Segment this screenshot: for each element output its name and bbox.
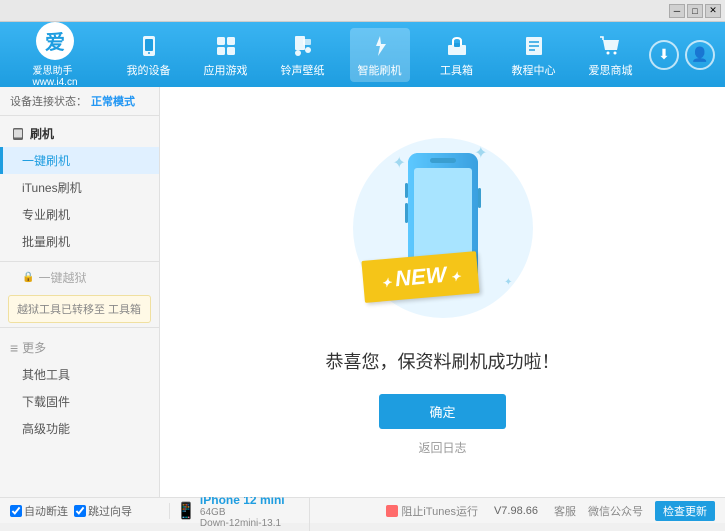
nav-shop[interactable]: 爱思商城: [581, 28, 641, 82]
bottom-links: 客服 微信公众号 检查更新: [554, 501, 715, 521]
sparkle-1: ✦: [474, 143, 487, 163]
logo-text: 爱思助手 www.i4.cn: [32, 62, 77, 88]
sidebar-item-batch-flash[interactable]: 批量刷机: [0, 228, 159, 255]
flash-icon: [366, 32, 394, 60]
sidebar: 设备连接状态： 正常模式 刷机 一键刷机 iTunes刷机 专业刷机 批量刷机: [0, 87, 160, 497]
sidebar-item-pro-flash[interactable]: 专业刷机: [0, 201, 159, 228]
sidebar-more-section: ≡ 更多 其他工具 下载固件 高级功能: [0, 330, 159, 446]
main-panel: ✦ ✦ ✦ NEW 恭喜您，保资料刷机成功啦！ 确定 返回日志: [160, 87, 725, 497]
sidebar-item-jailbreak-locked: 🔒 一键越狱: [0, 264, 159, 291]
nav-right-actions: ⬇ 👤: [649, 40, 715, 70]
nav-label-ringtones: 铃声壁纸: [281, 62, 325, 78]
bottom-bar: 自动断连 跳过向导 📱 iPhone 12 mini 64GB Down-12m…: [0, 497, 725, 523]
nav-label-shop: 爱思商城: [589, 62, 633, 78]
apps-icon: [212, 32, 240, 60]
customer-service-link[interactable]: 客服: [554, 503, 576, 519]
nav-flash[interactable]: 智能刷机: [350, 28, 410, 82]
device-storage: 64GB: [200, 507, 285, 518]
sparkle-3: ✦: [504, 277, 512, 288]
device-version: Down-12mini-13.1: [200, 518, 285, 529]
title-bar: ─ □ ✕: [0, 0, 725, 22]
user-button[interactable]: 👤: [685, 40, 715, 70]
nav-ringtones[interactable]: 铃声壁纸: [273, 28, 333, 82]
minimize-button[interactable]: ─: [669, 4, 685, 18]
flash-section-icon: [10, 126, 26, 142]
window-controls[interactable]: ─ □ ✕: [669, 4, 721, 18]
sidebar-item-other-tools[interactable]: 其他工具: [0, 361, 159, 388]
nav-toolbox[interactable]: 工具箱: [427, 28, 487, 82]
auto-disconnect-input[interactable]: [10, 505, 22, 517]
tutorial-icon: [520, 32, 548, 60]
bottom-right: 阻止iTunes运行 V7.98.66 客服 微信公众号 检查更新: [310, 501, 715, 521]
lock-icon: 🔒: [22, 272, 34, 283]
nav-label-flash: 智能刷机: [358, 62, 402, 78]
nav-label-apps: 应用游戏: [204, 62, 248, 78]
auto-disconnect-checkbox[interactable]: 自动断连: [10, 503, 68, 519]
check-update-button[interactable]: 检查更新: [655, 501, 715, 521]
bottom-checkboxes: 自动断连 跳过向导: [10, 503, 170, 519]
phone-small-icon: 📱: [176, 501, 196, 521]
logo-icon: 爱: [36, 22, 74, 60]
skip-wizard-input[interactable]: [74, 505, 86, 517]
device-details: iPhone 12 mini 64GB Down-12mini-13.1: [200, 493, 285, 529]
sidebar-item-itunes-flash[interactable]: iTunes刷机: [0, 174, 159, 201]
nav-tutorials[interactable]: 教程中心: [504, 28, 564, 82]
maximize-button[interactable]: □: [687, 4, 703, 18]
confirm-button[interactable]: 确定: [379, 394, 505, 429]
return-log-link[interactable]: 返回日志: [418, 439, 466, 456]
toolbox-icon: [443, 32, 471, 60]
sidebar-item-download-firmware[interactable]: 下载固件: [0, 388, 159, 415]
stop-icon: [386, 505, 398, 517]
version-text: V7.98.66: [494, 505, 538, 517]
jailbreak-notice: 越狱工具已转移至 工具箱: [8, 295, 151, 323]
sidebar-divider-1: [0, 261, 159, 262]
success-illustration: ✦ ✦ ✦ NEW: [343, 128, 543, 328]
sidebar-item-advanced[interactable]: 高级功能: [0, 415, 159, 442]
sidebar-section-flash: 刷机: [0, 120, 159, 147]
top-nav: 爱 爱思助手 www.i4.cn 我的设备 应用游戏 铃声壁纸: [0, 22, 725, 87]
connection-status: 设备连接状态： 正常模式: [0, 87, 159, 116]
stop-itunes[interactable]: 阻止iTunes运行: [386, 503, 478, 519]
logo-area: 爱 爱思助手 www.i4.cn: [10, 22, 100, 88]
nav-label-device: 我的设备: [127, 62, 171, 78]
nav-apps[interactable]: 应用游戏: [196, 28, 256, 82]
success-message: 恭喜您，保资料刷机成功啦！: [326, 348, 560, 374]
main-content: 设备连接状态： 正常模式 刷机 一键刷机 iTunes刷机 专业刷机 批量刷机: [0, 87, 725, 497]
download-button[interactable]: ⬇: [649, 40, 679, 70]
sidebar-flash-section: 刷机 一键刷机 iTunes刷机 专业刷机 批量刷机: [0, 116, 159, 259]
nav-items: 我的设备 应用游戏 铃声壁纸 智能刷机 工具箱: [110, 28, 649, 82]
skip-wizard-checkbox[interactable]: 跳过向导: [74, 503, 132, 519]
nav-label-toolbox: 工具箱: [440, 62, 473, 78]
sidebar-item-onekey-flash[interactable]: 一键刷机: [0, 147, 159, 174]
ringtone-icon: [289, 32, 317, 60]
close-button[interactable]: ✕: [705, 4, 721, 18]
sparkle-2: ✦: [393, 153, 406, 173]
wechat-link[interactable]: 微信公众号: [588, 503, 643, 519]
nav-label-tutorials: 教程中心: [512, 62, 556, 78]
sidebar-more-header: ≡ 更多: [0, 334, 159, 361]
shop-icon: [597, 32, 625, 60]
device-icon: [135, 32, 163, 60]
nav-my-device[interactable]: 我的设备: [119, 28, 179, 82]
sidebar-divider-2: [0, 327, 159, 328]
